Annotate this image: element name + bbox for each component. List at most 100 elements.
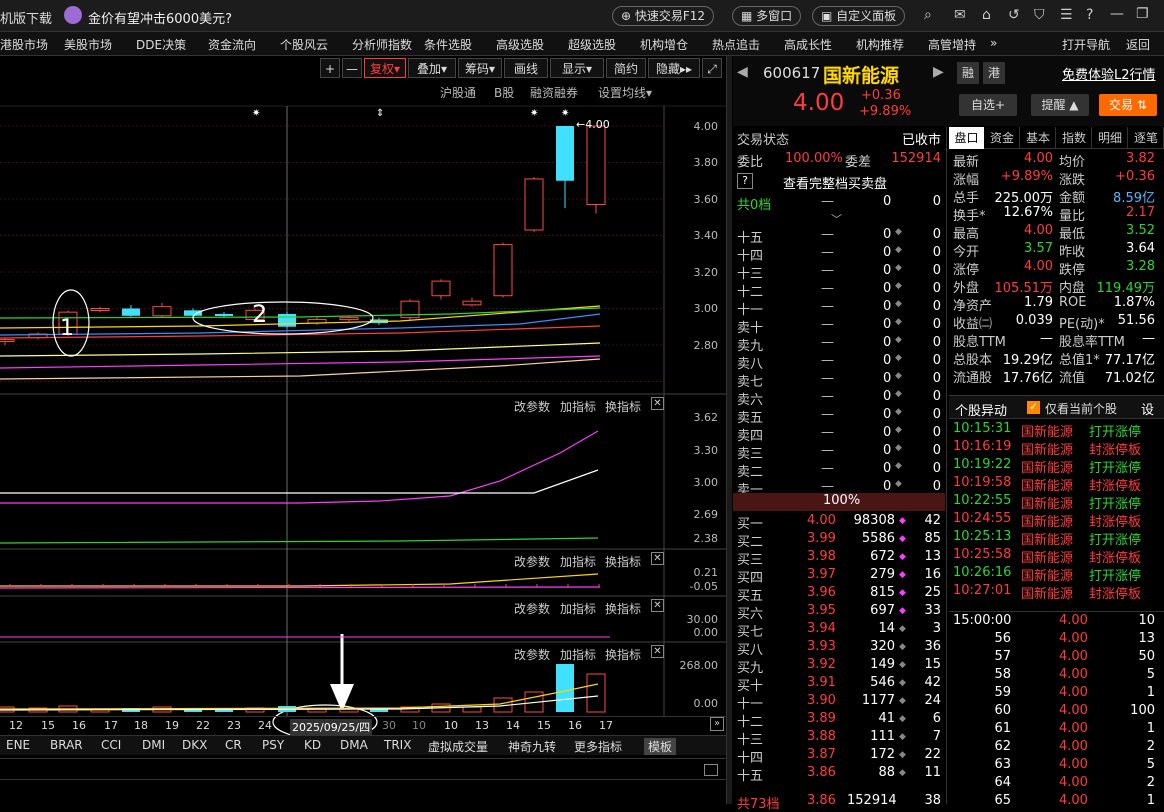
indicator-tab[interactable]: DMI <box>142 738 165 752</box>
back-icon[interactable]: ↺ <box>1008 7 1020 23</box>
ask-row[interactable]: 卖四 —0 ◆ 0 <box>733 425 945 444</box>
ask-row[interactable]: 卖七 —0 ◆ 0 <box>733 371 945 390</box>
nav-item[interactable]: DDE决策 <box>136 36 186 53</box>
alert-row[interactable]: 10:19:58 国新能源 封涨停板 <box>949 475 1161 494</box>
ask-row[interactable]: 十一 —0 ◆ 0 <box>733 299 945 318</box>
ask-row[interactable]: 卖十 —0 ◆ 0 <box>733 317 945 336</box>
indicator-tab[interactable]: DMA <box>340 738 368 752</box>
quote-tab[interactable]: 指数 <box>1057 127 1092 149</box>
mail-icon[interactable]: ✉ <box>954 7 966 23</box>
home-icon[interactable]: ⌂ <box>982 7 991 23</box>
alerts-settings[interactable]: 设 <box>1141 399 1154 418</box>
switch-indicator-link[interactable]: 换指标 <box>605 398 641 415</box>
quote-tab[interactable]: 逐笔 <box>1129 127 1164 149</box>
nav-open[interactable]: 打开导航 <box>1062 36 1110 53</box>
nav-item[interactable]: 美股市场 <box>64 36 112 53</box>
bid-row[interactable]: 买四 3.97 279 ◆ 16 <box>733 567 945 586</box>
bid-row[interactable]: 买九 3.92 149 ◆ 15 <box>733 657 945 676</box>
maximize-icon[interactable]: ❐ <box>1136 6 1149 22</box>
bid-row[interactable]: 十五 3.86 88 ◆ 11 <box>733 765 945 784</box>
add-indicator-link[interactable]: 加指标 <box>560 398 596 415</box>
quote-tab[interactable]: 资金 <box>985 127 1020 149</box>
indicator-tab[interactable]: CCI <box>101 738 121 752</box>
ask-row[interactable]: 十二 —0 ◆ 0 <box>733 281 945 300</box>
bid-row[interactable]: 买十 3.91 546 ◆ 42 <box>733 675 945 694</box>
close-icon[interactable]: ✕ <box>651 645 664 658</box>
indicator-tab[interactable]: BRAR <box>50 738 83 752</box>
nav-item[interactable]: 机构推荐 <box>856 36 904 53</box>
ask-row[interactable]: 卖九 —0 ◆ 0 <box>733 335 945 354</box>
change-param-link[interactable]: 改参数 <box>514 646 550 663</box>
event-marker[interactable]: ✷ <box>530 108 538 119</box>
ask-row[interactable]: 卖五 —0 ◆ 0 <box>733 407 945 426</box>
event-marker[interactable]: ✷ <box>561 108 569 119</box>
alert-row[interactable]: 10:16:19 国新能源 封涨停板 <box>949 439 1161 458</box>
nav-item[interactable]: 热点追击 <box>712 36 760 53</box>
switch-indicator-link[interactable]: 换指标 <box>605 646 641 663</box>
only-current-checkbox[interactable]: ✓ <box>1027 401 1040 414</box>
menu-icon[interactable]: ☰ <box>1060 7 1073 23</box>
alert-row[interactable]: 10:26:16 国新能源 打开涨停 <box>949 565 1161 584</box>
nav-item[interactable]: 高成长性 <box>784 36 832 53</box>
fast-trade-button[interactable]: ⊕ 快速交易F12 <box>612 6 715 26</box>
switch-indicator-link[interactable]: 换指标 <box>605 553 641 570</box>
bid-row[interactable]: 十四 3.87 172 ◆ 22 <box>733 747 945 766</box>
close-icon[interactable]: ✕ <box>651 599 664 612</box>
nav-item[interactable]: 条件选股 <box>424 36 472 53</box>
bid-row[interactable]: 买二 3.99 5586 ◆ 85 <box>733 531 945 550</box>
prev-stock-icon[interactable]: ◀ <box>737 64 748 80</box>
download-link[interactable]: 机版下载 <box>0 8 52 27</box>
collapse-icon[interactable] <box>704 764 718 776</box>
indicator-tab[interactable]: 虚拟成交量 <box>428 738 488 755</box>
indicator-tab[interactable]: KD <box>304 738 321 752</box>
multi-window-button[interactable]: ▦ 多窗口 <box>732 6 802 26</box>
kline-chart[interactable]: ✷ ⇕ ✷ ✷ <box>0 56 726 804</box>
nav-item[interactable]: 高管增持 <box>928 36 976 53</box>
ask-row[interactable]: 十三 —0 ◆ 0 <box>733 263 945 282</box>
minimize-icon[interactable]: — <box>1110 6 1124 22</box>
nav-more[interactable]: » <box>990 36 997 50</box>
bid-row[interactable]: 买三 3.98 672 ◆ 13 <box>733 549 945 568</box>
nav-item[interactable]: 高级选股 <box>496 36 544 53</box>
nav-item[interactable]: 机构增仓 <box>640 36 688 53</box>
margin-tag[interactable]: 融 <box>957 62 979 84</box>
alert-row[interactable]: 10:27:01 国新能源 封涨停板 <box>949 583 1161 602</box>
indicator-tab[interactable]: 模板 <box>644 738 677 755</box>
close-icon[interactable]: ✕ <box>651 397 664 410</box>
bid-row[interactable]: 买七 3.94 14 ◆ 3 <box>733 621 945 640</box>
add-indicator-link[interactable]: 加指标 <box>560 646 596 663</box>
bid-row[interactable]: 买一 4.00 98308 ◆ 42 <box>733 513 945 532</box>
add-indicator-link[interactable]: 加指标 <box>560 553 596 570</box>
alert-row[interactable]: 10:22:55 国新能源 打开涨停 <box>949 493 1161 512</box>
quote-tab[interactable]: 盘口 <box>949 127 984 149</box>
help-icon[interactable]: ? <box>1086 7 1093 23</box>
quote-tab[interactable]: 基本 <box>1021 127 1056 149</box>
command-input[interactable] <box>0 758 726 780</box>
switch-indicator-link[interactable]: 换指标 <box>605 600 641 617</box>
alert-row[interactable]: 10:25:13 国新能源 打开涨停 <box>949 529 1161 548</box>
bid-row[interactable]: 十二 3.89 41 ◆ 6 <box>733 711 945 730</box>
indicator-tab[interactable]: DKX <box>182 738 207 752</box>
bid-row[interactable]: 十一 3.90 1177 ◆ 24 <box>733 693 945 712</box>
hk-tag[interactable]: 港 <box>983 62 1005 84</box>
next-stock-icon[interactable]: ▶ <box>933 64 944 80</box>
watchlist-button[interactable]: 自选+ <box>959 94 1017 116</box>
search-icon[interactable]: ⌕ <box>924 7 932 23</box>
ask-row[interactable]: 十五 —0 ◆ 0 <box>733 227 945 246</box>
ask-row[interactable]: 卖六 —0 ◆ 0 <box>733 389 945 408</box>
nav-item[interactable]: 港股市场 <box>0 36 48 53</box>
news-headline[interactable]: 金价有望冲击6000美元? <box>88 8 232 27</box>
nav-item[interactable]: 超级选股 <box>568 36 616 53</box>
trade-button[interactable]: 交易 ⇅ <box>1099 94 1157 116</box>
scroll-right-icon[interactable]: » <box>710 717 724 731</box>
help-icon[interactable]: ? <box>737 173 753 189</box>
l2-trial-link[interactable]: 免费体验L2行情 <box>1062 64 1156 83</box>
ask-row[interactable]: 卖八 —0 ◆ 0 <box>733 353 945 372</box>
quote-tab[interactable]: 明细 <box>1093 127 1128 149</box>
indicator-tab[interactable]: ENE <box>6 738 30 752</box>
alert-row[interactable]: 10:15:31 国新能源 打开涨停 <box>949 421 1161 440</box>
bid-row[interactable]: 买五 3.96 815 ◆ 25 <box>733 585 945 604</box>
indicator-tab[interactable]: PSY <box>262 738 284 752</box>
nav-item[interactable]: 资金流向 <box>208 36 256 53</box>
bid-row[interactable]: 买八 3.93 320 ◆ 36 <box>733 639 945 658</box>
